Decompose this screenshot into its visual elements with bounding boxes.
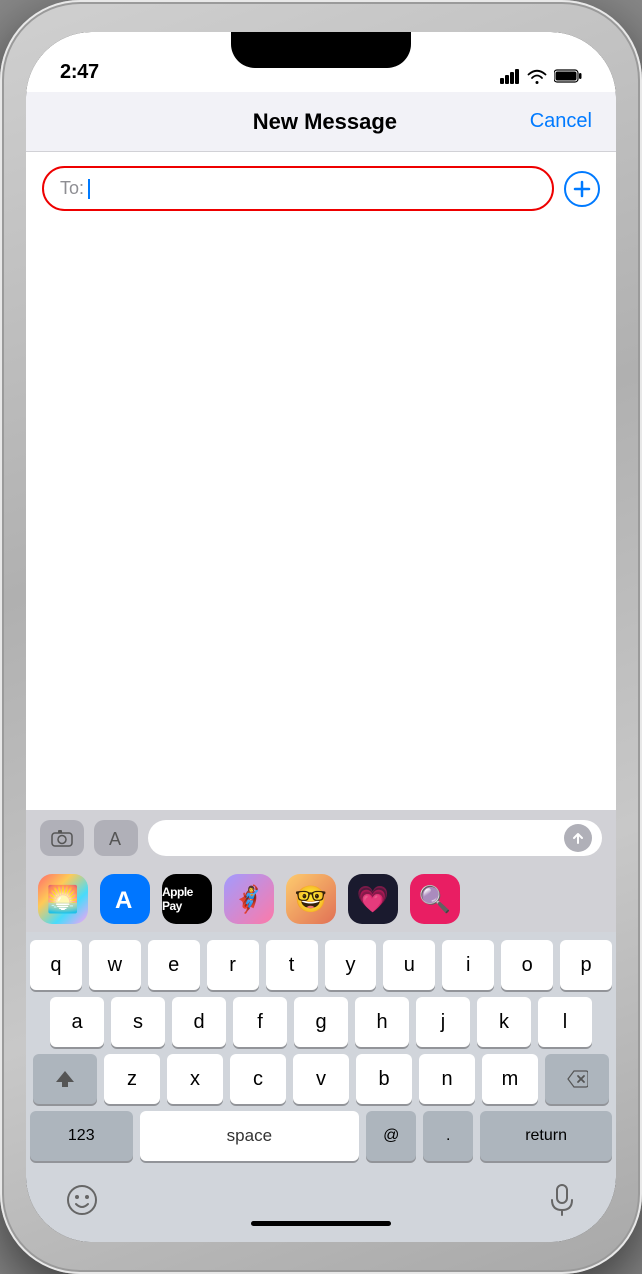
camera-icon xyxy=(51,829,73,847)
numbers-key[interactable]: 123 xyxy=(30,1111,133,1161)
send-button[interactable] xyxy=(564,824,592,852)
appstore-icon: A xyxy=(105,827,127,849)
at-key[interactable]: @ xyxy=(366,1111,416,1161)
applepay-button[interactable]: Apple Pay xyxy=(162,874,212,924)
phone-frame: 2:47 xyxy=(0,0,642,1274)
notch xyxy=(231,32,411,68)
memoji2-button[interactable]: 🤓 xyxy=(286,874,336,924)
key-y[interactable]: y xyxy=(325,940,377,990)
add-contact-button[interactable] xyxy=(564,171,600,207)
message-area[interactable] xyxy=(26,225,616,810)
plus-icon xyxy=(573,180,591,198)
globe-search-button[interactable]: 🔍 xyxy=(410,874,460,924)
svg-text:A: A xyxy=(115,887,132,914)
key-n[interactable]: n xyxy=(419,1054,475,1104)
key-z[interactable]: z xyxy=(104,1054,160,1104)
screen: 2:47 xyxy=(26,32,616,1242)
key-b[interactable]: b xyxy=(356,1054,412,1104)
appstore-button[interactable]: A xyxy=(94,820,138,856)
bottom-bar xyxy=(26,1172,616,1242)
key-f[interactable]: f xyxy=(233,997,287,1047)
key-k[interactable]: k xyxy=(477,997,531,1047)
app-toolbar: A xyxy=(26,810,616,866)
svg-text:A: A xyxy=(109,829,121,849)
key-g[interactable]: g xyxy=(294,997,348,1047)
to-label: To: xyxy=(60,178,84,199)
memoji1-button[interactable]: 🦸‍♀️ xyxy=(224,874,274,924)
home-indicator xyxy=(251,1221,391,1226)
microphone-icon xyxy=(548,1184,576,1216)
delete-key[interactable] xyxy=(545,1054,609,1104)
battery-icon xyxy=(554,69,582,83)
key-t[interactable]: t xyxy=(266,940,318,990)
keyboard-row-2: a s d f g h j k l xyxy=(30,997,612,1047)
key-u[interactable]: u xyxy=(383,940,435,990)
camera-button[interactable] xyxy=(40,820,84,856)
key-e[interactable]: e xyxy=(148,940,200,990)
emoji-button[interactable] xyxy=(66,1184,98,1221)
key-w[interactable]: w xyxy=(89,940,141,990)
keyboard-row-1: q w e r t y u i o p xyxy=(30,940,612,990)
keyboard-row-3: z x c v b n m xyxy=(30,1054,612,1104)
key-c[interactable]: c xyxy=(230,1054,286,1104)
key-o[interactable]: o xyxy=(501,940,553,990)
to-row: To: xyxy=(26,152,616,225)
key-d[interactable]: d xyxy=(172,997,226,1047)
nav-title: New Message xyxy=(253,109,397,135)
signal-icon xyxy=(500,68,520,84)
message-input[interactable] xyxy=(148,820,602,856)
key-x[interactable]: x xyxy=(167,1054,223,1104)
keyboard: q w e r t y u i o p a s d f g xyxy=(26,932,616,1172)
key-v[interactable]: v xyxy=(293,1054,349,1104)
key-l[interactable]: l xyxy=(538,997,592,1047)
status-icons xyxy=(500,68,582,84)
delete-icon xyxy=(566,1070,588,1088)
key-r[interactable]: r xyxy=(207,940,259,990)
apps-strip: 🌅 A Apple Pay 🦸‍♀️ 🤓 💗 xyxy=(26,866,616,932)
emoji-icon xyxy=(66,1184,98,1216)
send-arrow-icon xyxy=(571,831,585,845)
keyboard-row-4: 123 space @ . return xyxy=(30,1111,612,1161)
key-a[interactable]: a xyxy=(50,997,104,1047)
appstore-badge-icon: A xyxy=(110,884,140,914)
space-key[interactable]: space xyxy=(140,1111,360,1161)
heart-app-button[interactable]: 💗 xyxy=(348,874,398,924)
key-m[interactable]: m xyxy=(482,1054,538,1104)
status-time: 2:47 xyxy=(60,61,99,84)
nav-bar: New Message Cancel xyxy=(26,92,616,152)
shift-icon xyxy=(54,1068,76,1090)
key-h[interactable]: h xyxy=(355,997,409,1047)
key-p[interactable]: p xyxy=(560,940,612,990)
photos-app-button[interactable]: 🌅 xyxy=(38,874,88,924)
key-q[interactable]: q xyxy=(30,940,82,990)
shift-key[interactable] xyxy=(33,1054,97,1104)
cancel-button[interactable]: Cancel xyxy=(530,110,592,133)
microphone-button[interactable] xyxy=(548,1184,576,1221)
key-j[interactable]: j xyxy=(416,997,470,1047)
period-key[interactable]: . xyxy=(423,1111,473,1161)
phone-inner: 2:47 xyxy=(26,32,616,1242)
text-cursor xyxy=(88,179,90,199)
return-key[interactable]: return xyxy=(480,1111,612,1161)
wifi-icon xyxy=(526,68,548,84)
key-i[interactable]: i xyxy=(442,940,494,990)
appstore-app-button[interactable]: A xyxy=(100,874,150,924)
key-s[interactable]: s xyxy=(111,997,165,1047)
to-input-field[interactable]: To: xyxy=(42,166,554,211)
